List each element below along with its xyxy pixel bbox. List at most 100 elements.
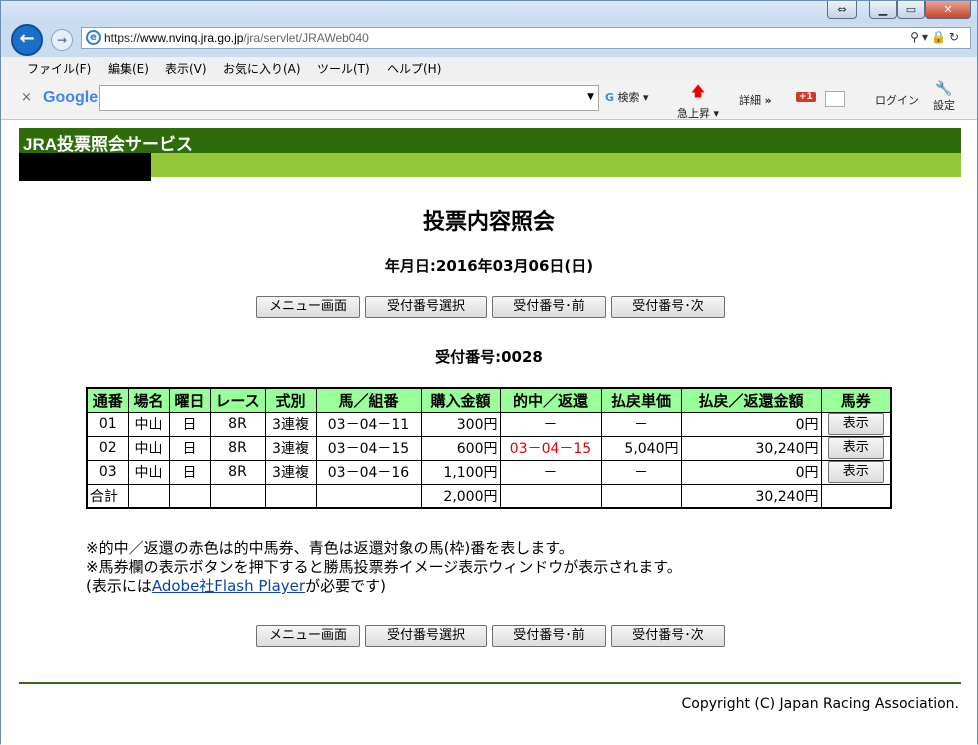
toolbar-close-icon[interactable]: × <box>21 90 32 105</box>
title-bar: ⇔ ▁ ▭ ✕ <box>1 1 977 23</box>
table-row: 01 中山 日 8R 3連複 03－04－11 300円 － － 0円 表示 <box>86 411 892 437</box>
cell-unit-payout: － <box>600 411 682 437</box>
cell-empty <box>820 483 892 509</box>
show-ticket-button[interactable]: 表示 <box>827 437 884 459</box>
note-line-1: ※的中／返還の赤色は的中馬券、青色は返還対象の馬(枠)番を表します。 <box>86 539 574 557</box>
redacted-block <box>19 153 151 181</box>
header-hit: 的中／返還 <box>499 387 602 413</box>
select-receipt-button[interactable]: 受付番号選択 <box>365 625 487 647</box>
cell-ticket: 表示 <box>820 459 892 485</box>
cell-empty <box>127 483 170 509</box>
close-button[interactable]: ✕ <box>925 1 971 19</box>
cell-day: 日 <box>168 459 211 485</box>
receipt-number: 受付番号:0028 <box>435 348 543 366</box>
copyright: Copyright (C) Japan Racing Association. <box>681 696 959 712</box>
google-g-icon: G <box>605 91 615 104</box>
prev-receipt-button[interactable]: 受付番号･前 <box>492 625 606 647</box>
total-row: 合計 2,000円 30,240円 <box>86 483 892 509</box>
cell-purchase: 600円 <box>420 435 501 461</box>
cell-ticket: 表示 <box>820 411 892 437</box>
flash-player-link[interactable]: Adobe社Flash Player <box>152 577 305 595</box>
next-receipt-button[interactable]: 受付番号･次 <box>611 625 725 647</box>
forward-button[interactable]: → <box>51 29 73 51</box>
menu-tools[interactable]: ツール(T) <box>317 60 370 77</box>
back-button[interactable]: ← <box>11 24 43 56</box>
next-receipt-button[interactable]: 受付番号･次 <box>611 296 725 318</box>
refresh-icon: ↻ <box>948 30 962 44</box>
cell-ticket: 表示 <box>820 435 892 461</box>
cell-bet-type: 3連複 <box>264 435 317 461</box>
cell-purchase: 300円 <box>420 411 501 437</box>
table-row: 03 中山 日 8R 3連複 03－04－16 1,100円 － － 0円 表示 <box>86 459 892 485</box>
cell-race: 8R <box>209 411 266 437</box>
header-combination: 馬／組番 <box>315 387 422 413</box>
menu-help[interactable]: ヘルプ(H) <box>387 60 441 77</box>
cell-serial: 02 <box>86 435 129 461</box>
cell-total-payout: 30,240円 <box>680 483 822 509</box>
cell-payout-amount: 0円 <box>680 411 822 437</box>
cell-serial: 01 <box>86 411 129 437</box>
details-button[interactable]: 詳細 » <box>739 92 772 108</box>
show-ticket-button[interactable]: 表示 <box>827 413 884 435</box>
google-logo: Google <box>43 89 99 106</box>
header-bet-type: 式別 <box>264 387 317 413</box>
table-row: 02 中山 日 8R 3連複 03－04－15 600円 03－04－15 5,… <box>86 435 892 461</box>
address-tools[interactable]: ⚲▾🔒↻ <box>910 30 962 44</box>
cell-total-label: 合計 <box>86 483 129 509</box>
table-header-row: 通番 場名 曜日 レース 式別 馬／組番 購入金額 的中／返還 払戻単価 払戻／… <box>86 387 892 413</box>
cell-empty <box>600 483 682 509</box>
chevron-down-icon[interactable]: ▼ <box>587 92 594 102</box>
prev-receipt-button[interactable]: 受付番号･前 <box>492 296 606 318</box>
menu-edit[interactable]: 編集(E) <box>108 60 149 77</box>
site-header: JRA投票照会サービス <box>19 128 961 154</box>
header-unit-payout: 払戻単価 <box>600 387 682 413</box>
google-search-button[interactable]: G 検索 ▾ <box>605 89 649 105</box>
login-button[interactable]: ログイン <box>875 92 919 108</box>
cell-hit: － <box>499 459 602 485</box>
site-header-title: JRA投票照会サービス <box>23 135 194 154</box>
cell-hit: 03－04－15 <box>499 435 602 461</box>
menu-favorites[interactable]: お気に入り(A) <box>223 60 301 77</box>
show-ticket-button[interactable]: 表示 <box>827 461 884 483</box>
settings-button[interactable]: 🔧 設定 <box>933 81 955 113</box>
cell-day: 日 <box>168 435 211 461</box>
cell-empty <box>264 483 317 509</box>
header-payout-amount: 払戻／返還金額 <box>680 387 822 413</box>
ie-page-icon: e <box>86 30 101 45</box>
address-bar[interactable]: e https://www.nvinq.jra.go.jp/jra/servle… <box>81 27 971 49</box>
note-line-3: (表示にはAdobe社Flash Playerが必要です) <box>86 577 386 595</box>
cell-bet-type: 3連複 <box>264 459 317 485</box>
minimize-button[interactable]: ▁ <box>869 1 897 19</box>
menu-screen-button[interactable]: メニュー画面 <box>256 625 360 647</box>
cell-venue: 中山 <box>127 411 170 437</box>
menu-view[interactable]: 表示(V) <box>165 60 207 77</box>
cell-serial: 03 <box>86 459 129 485</box>
cell-race: 8R <box>209 459 266 485</box>
menu-bar: ファイル(F) 編集(E) 表示(V) お気に入り(A) ツール(T) ヘルプ(… <box>1 57 977 80</box>
select-receipt-button[interactable]: 受付番号選択 <box>365 296 487 318</box>
cell-race: 8R <box>209 435 266 461</box>
page-title: 投票内容照会 <box>422 210 555 235</box>
restore-tab-icon[interactable]: ⇔ <box>827 1 857 19</box>
gplus-counter <box>825 91 845 107</box>
maximize-button[interactable]: ▭ <box>897 1 925 19</box>
google-search-input[interactable]: ▼ <box>99 85 599 111</box>
search-icon: ⚲ <box>910 30 922 44</box>
address-row: ← → e https://www.nvinq.jra.go.jp/jra/se… <box>1 23 977 57</box>
menu-screen-button[interactable]: メニュー画面 <box>256 296 360 318</box>
wrench-icon: 🔧 <box>935 81 953 97</box>
gplus-button[interactable]: +1 <box>796 92 816 102</box>
site-subheader <box>19 153 961 181</box>
menu-file[interactable]: ファイル(F) <box>27 60 91 77</box>
page-content: JRA投票照会サービス 投票内容照会 年月日:2016年03月06日(日) メニ… <box>1 120 977 745</box>
notes: ※的中／返還の赤色は的中馬券、青色は返還対象の馬(枠)番を表します。 ※馬券欄の… <box>86 539 682 596</box>
trending-button[interactable]: 🡅 急上昇 ▾ <box>677 81 719 121</box>
cell-venue: 中山 <box>127 459 170 485</box>
cell-purchase: 1,100円 <box>420 459 501 485</box>
cell-payout-amount: 0円 <box>680 459 822 485</box>
header-race: レース <box>209 387 266 413</box>
cell-bet-type: 3連複 <box>264 411 317 437</box>
google-toolbar: × Google ▼ G 検索 ▾ 🡅 急上昇 ▾ 詳細 » +1 ログイン 🔧 設… <box>1 79 977 120</box>
cell-total-purchase: 2,000円 <box>420 483 501 509</box>
header-ticket: 馬券 <box>820 387 892 413</box>
